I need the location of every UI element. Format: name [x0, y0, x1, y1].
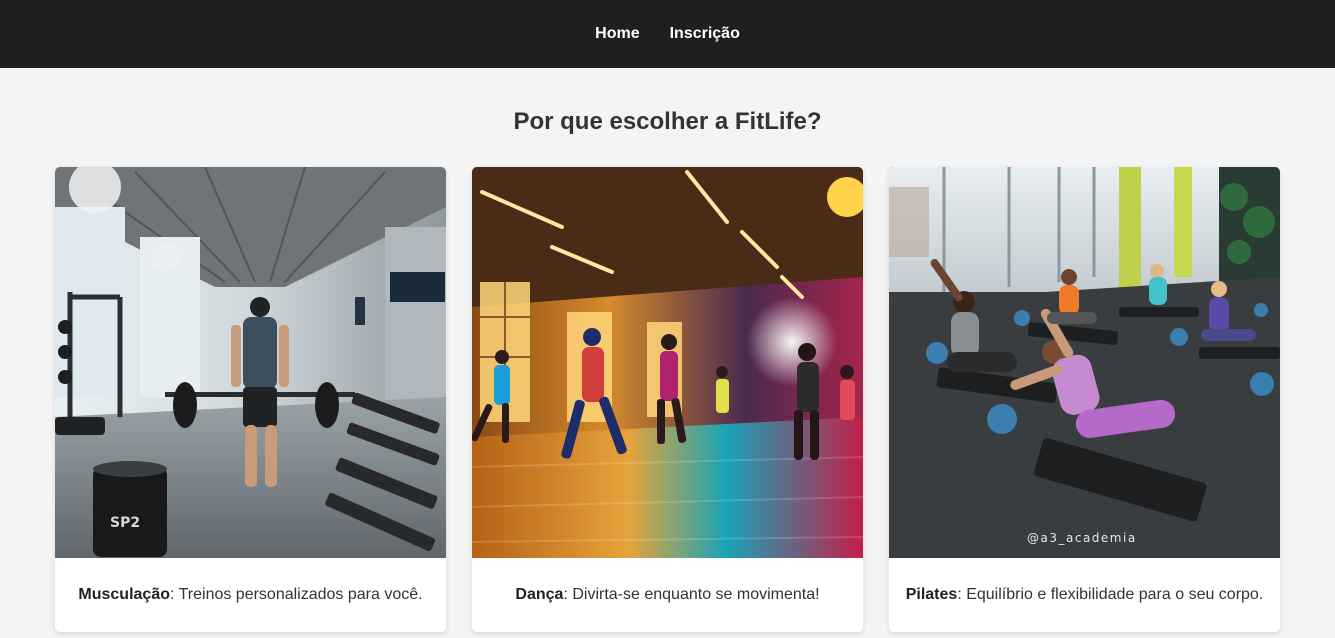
card-description: : Divirta-se enquanto se movimenta! — [563, 586, 820, 603]
nav-inscricao-link[interactable]: Inscrição — [670, 25, 740, 43]
watermark-text: @a3_academia — [1027, 531, 1137, 545]
gym-weights-photo: SP2 — [55, 167, 446, 558]
card-caption: Dança: Divirta-se enquanto se movimenta! — [472, 558, 863, 632]
card-title: Dança — [515, 586, 564, 603]
card-description: : Equilíbrio e flexibilidade para o seu … — [957, 586, 1264, 603]
card-musculacao: SP2 Musculação: Treinos personalizados p… — [55, 167, 446, 632]
pilates-class-photo: @a3_academia — [889, 167, 1280, 558]
card-description: : Treinos personalizados para você. — [170, 586, 423, 603]
card-danca: Dança: Divirta-se enquanto se movimenta! — [472, 167, 863, 632]
section-title: Por que escolher a FitLife? — [513, 108, 822, 135]
card-caption: Musculação: Treinos personalizados para … — [55, 558, 446, 632]
card-title: Pilates — [905, 586, 958, 603]
nav-home-link[interactable]: Home — [595, 25, 639, 43]
card-title: Musculação — [78, 586, 170, 603]
dance-class-photo — [472, 167, 863, 558]
card-caption: Pilates: Equilíbrio e flexibilidade para… — [889, 558, 1280, 632]
top-navigation: Home Inscrição — [0, 0, 1335, 68]
svg-text:SP2: SP2 — [110, 515, 140, 531]
card-pilates: @a3_academia Pilates: Equilíbrio e flexi… — [889, 167, 1280, 632]
